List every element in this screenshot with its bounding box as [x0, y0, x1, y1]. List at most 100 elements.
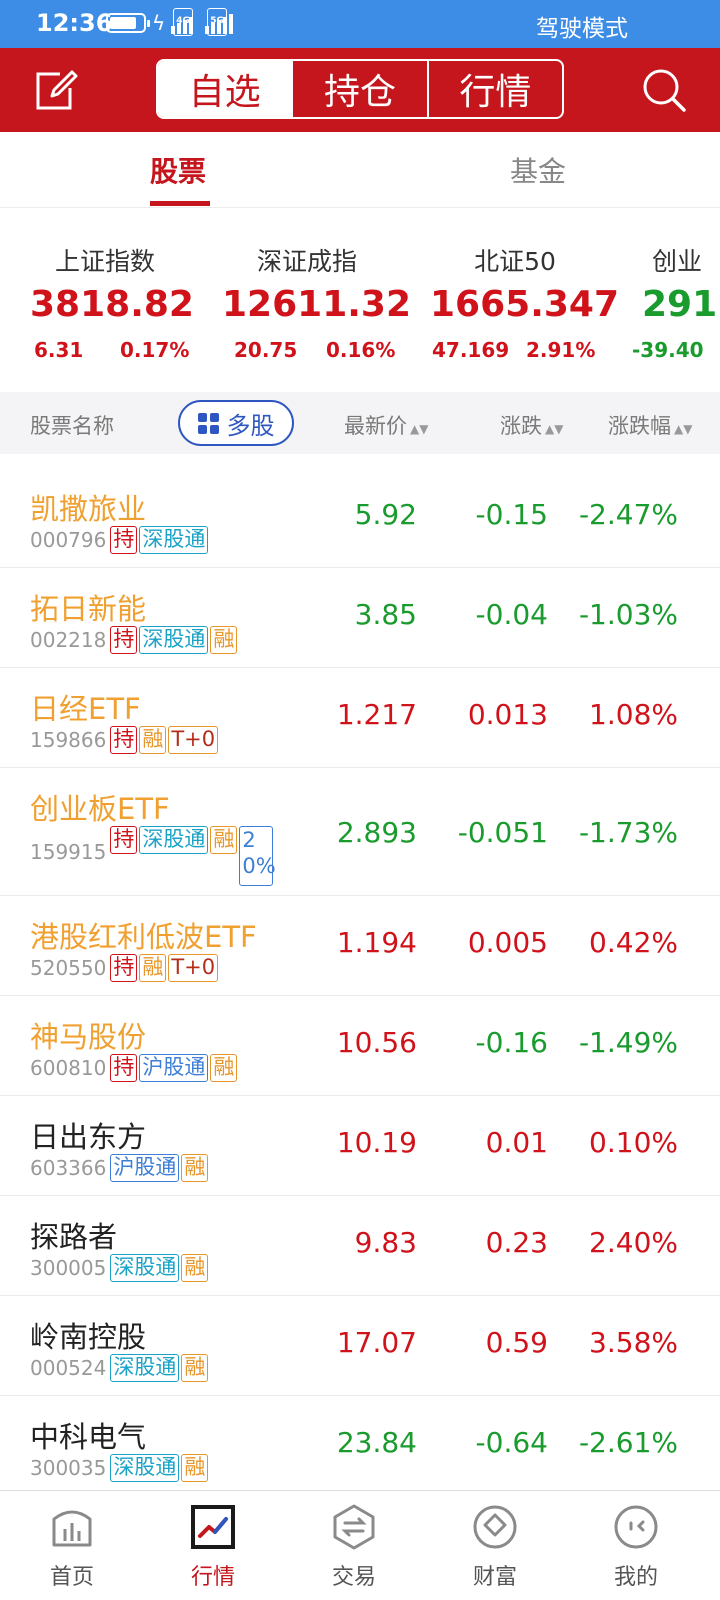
search-icon — [643, 69, 686, 112]
col-pct-sort[interactable]: 涨跌幅 ▲▼ — [608, 410, 692, 440]
edit-icon — [36, 70, 78, 110]
stock-name: 创业板ETF — [30, 792, 170, 826]
stock-change-pct: -2.47% — [578, 498, 678, 531]
stock-meta: 000796 持 深股通 — [30, 526, 209, 554]
index-name: 北证50 — [474, 247, 556, 276]
stock-meta: 520550 持 融 T+0 — [30, 954, 219, 982]
segment-control: 自选 持仓 行情 — [156, 59, 564, 119]
stock-code: 300005 — [30, 1256, 107, 1280]
tag-t0: T+0 — [168, 954, 219, 982]
edit-watchlist-button[interactable] — [30, 66, 80, 116]
stock-name: 凯撒旅业 — [30, 492, 147, 526]
stock-row[interactable]: 日经ETF 159866 持 融 T+0 1.217 0.013 1.08% — [0, 668, 720, 768]
nav-profile[interactable]: 我的 — [586, 1503, 686, 1591]
stock-row[interactable]: 创业板ETF 159915 持 深股通 融 20% 2.893 -0.051 -… — [0, 768, 720, 896]
index-name: 深证成指 — [256, 247, 357, 276]
stock-meta: 603366 沪股通 融 — [30, 1154, 209, 1182]
sort-icon: ▲▼ — [674, 422, 693, 436]
status-time: 12:36 — [36, 9, 113, 37]
tag-held: 持 — [110, 1054, 138, 1082]
stock-row[interactable]: 日出东方 603366 沪股通 融 10.19 0.01 0.10% — [0, 1096, 720, 1196]
tag-margin: 融 — [181, 1454, 209, 1482]
tab-market[interactable]: 行情 — [426, 61, 562, 117]
stock-change: 0.013 — [467, 698, 548, 731]
stock-price: 5.92 — [354, 498, 417, 531]
tag-connect: 沪股通 — [110, 1154, 180, 1182]
stock-row[interactable]: 中科电气 300035 深股通 融 23.84 -0.64 -2.61% — [0, 1396, 720, 1496]
grid-icon — [197, 412, 219, 434]
status-bar: 12:36 ϟ 4G 5G 驾驶模式 — [0, 0, 720, 48]
nav-wealth[interactable]: 财富 — [445, 1503, 545, 1591]
stock-row[interactable]: 岭南控股 000524 深股通 融 17.07 0.59 3.58% — [0, 1296, 720, 1396]
active-tab-indicator — [150, 201, 210, 206]
stock-meta: 159915 持 深股通 融 20% — [30, 826, 276, 886]
stock-row[interactable]: 神马股份 600810 持 沪股通 融 10.56 -0.16 -1.49% — [0, 996, 720, 1096]
stock-name: 中科电气 — [30, 1420, 147, 1454]
stock-change: 0.01 — [485, 1126, 548, 1159]
stock-change: -0.16 — [475, 1026, 548, 1059]
stock-row[interactable]: 凯撒旅业 000796 持 深股通 5.92 -0.15 -2.47% — [0, 468, 720, 568]
stock-row[interactable]: 港股红利低波ETF 520550 持 融 T+0 1.194 0.005 0.4… — [0, 896, 720, 996]
tab-watchlist[interactable]: 自选 — [158, 61, 292, 117]
col-stock-name: 股票名称 — [30, 414, 114, 438]
stock-meta: 300035 深股通 融 — [30, 1454, 209, 1482]
nav-label: 我的 — [613, 1565, 658, 1590]
index-change: 20.75 — [234, 338, 298, 362]
tag-margin: 融 — [210, 826, 238, 854]
tag-margin: 融 — [181, 1154, 209, 1182]
index-card[interactable]: 创业 291 -39.40 — [632, 242, 720, 372]
index-change-pct: 0.16% — [326, 338, 396, 362]
index-card[interactable]: 北证50 1665.347 47.169 2.91% — [430, 242, 619, 372]
stock-code: 603366 — [30, 1156, 107, 1180]
col-price-sort[interactable]: 最新价 ▲▼ — [344, 410, 428, 440]
tag-held: 持 — [110, 954, 138, 982]
nav-label: 行情 — [190, 1565, 235, 1590]
multi-stock-button[interactable]: 多股 — [178, 400, 294, 446]
index-change-pct: 2.91% — [526, 338, 596, 362]
index-change: -39.40 — [632, 338, 704, 362]
tab-funds[interactable]: 基金 — [510, 150, 566, 190]
stock-row[interactable]: 拓日新能 002218 持 深股通 融 3.85 -0.04 -1.03% — [0, 568, 720, 668]
search-button[interactable] — [638, 64, 690, 116]
index-value: 3818.82 — [30, 284, 194, 325]
stock-price: 23.84 — [336, 1426, 417, 1459]
nav-label: 交易 — [331, 1565, 376, 1590]
stock-change: -0.64 — [475, 1426, 548, 1459]
stock-change: 0.59 — [485, 1326, 548, 1359]
tag-t0: T+0 — [168, 726, 219, 754]
stock-change: -0.051 — [457, 816, 548, 849]
index-card[interactable]: 深证成指 12611.32 20.75 0.16% — [222, 242, 411, 372]
nav-trade[interactable]: 交易 — [304, 1503, 404, 1591]
stock-row[interactable]: 探路者 300005 深股通 融 9.83 0.23 2.40% — [0, 1196, 720, 1296]
stock-list: 凯撒旅业 000796 持 深股通 5.92 -0.15 -2.47% 拓日新能… — [0, 468, 720, 1496]
signal-4g-icon: 4G — [171, 8, 194, 36]
stock-change-pct: 0.10% — [589, 1126, 678, 1159]
trade-exchange-icon — [333, 1504, 375, 1550]
stock-change: -0.04 — [475, 598, 548, 631]
tab-holdings[interactable]: 持仓 — [291, 61, 426, 117]
stock-name: 日出东方 — [30, 1120, 147, 1154]
index-strip[interactable]: 上证指数 3818.82 6.31 0.17% 深证成指 12611.32 20… — [0, 208, 720, 392]
nav-market[interactable]: 行情 — [163, 1503, 263, 1591]
col-change-sort[interactable]: 涨跌 ▲▼ — [500, 410, 563, 440]
tag-held: 持 — [110, 826, 138, 854]
market-trend-icon — [191, 1505, 235, 1549]
tab-stocks[interactable]: 股票 — [150, 150, 206, 190]
signal-5g-icon: 5G — [205, 8, 234, 36]
status-icons: ϟ 4G 5G — [106, 8, 234, 36]
index-change-pct: 0.17% — [120, 338, 190, 362]
stock-name: 港股红利低波ETF — [30, 920, 257, 954]
stock-name: 拓日新能 — [30, 592, 147, 626]
stock-change: -0.15 — [475, 498, 548, 531]
stock-change-pct: -1.49% — [578, 1026, 678, 1059]
stock-name: 日经ETF — [30, 692, 141, 726]
wealth-diamond-icon — [473, 1505, 517, 1549]
tag-margin: 融 — [139, 726, 167, 754]
nav-home[interactable]: 首页 — [22, 1503, 122, 1591]
index-name: 创业 — [652, 247, 703, 276]
stock-price: 3.85 — [354, 598, 417, 631]
tag-connect: 沪股通 — [139, 1054, 209, 1082]
nav-label: 首页 — [49, 1565, 94, 1590]
index-value: 291 — [642, 284, 718, 325]
index-card[interactable]: 上证指数 3818.82 6.31 0.17% — [30, 242, 194, 372]
